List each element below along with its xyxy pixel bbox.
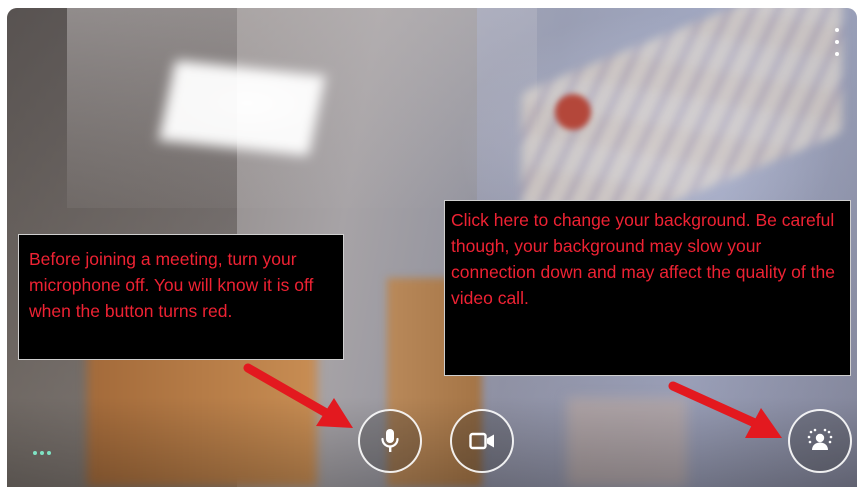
microphone-toggle-button[interactable]	[358, 409, 422, 473]
background-instruction-callout: Click here to change your background. Be…	[444, 200, 851, 376]
dot	[835, 40, 839, 44]
background-clock	[555, 94, 591, 130]
background-ceiling-light	[158, 60, 326, 156]
dot	[835, 28, 839, 32]
arrow-to-mic-icon	[243, 363, 353, 428]
dot	[835, 52, 839, 56]
dot	[47, 451, 51, 455]
more-options-icon[interactable]	[831, 28, 843, 56]
mic-instruction-text: Before joining a meeting, turn your micr…	[29, 249, 314, 321]
background-instruction-text: Click here to change your background. Be…	[451, 210, 835, 308]
camera-toggle-button[interactable]	[450, 409, 514, 473]
arrow-to-background-icon	[668, 381, 782, 438]
dot	[33, 451, 37, 455]
dot	[40, 451, 44, 455]
video-camera-icon	[469, 432, 494, 450]
background-effects-icon	[807, 428, 833, 450]
overflow-dots-icon[interactable]	[33, 451, 51, 455]
microphone-icon	[381, 429, 399, 452]
change-background-button[interactable]	[788, 409, 852, 473]
mic-instruction-callout: Before joining a meeting, turn your micr…	[18, 234, 344, 360]
